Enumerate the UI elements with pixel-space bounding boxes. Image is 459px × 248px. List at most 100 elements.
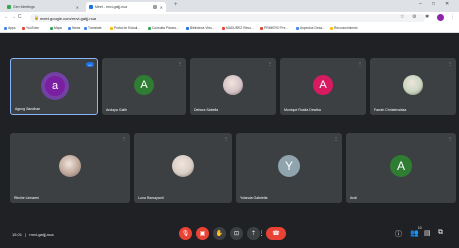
url-field[interactable]: 🔒 meet.google.com/rmvi-gatjj-nua [30,14,425,22]
tab-favicon [7,5,11,9]
bookmark-item[interactable]: Portal de Estudi... [110,26,140,30]
bookmark-item[interactable]: YouTube [22,26,39,30]
bookmark-item[interactable]: Aspectos Desa... [296,26,325,30]
more-options-button[interactable]: ⋮ [259,227,265,240]
chrome-menu-icon[interactable]: ⋮ [450,14,455,20]
captions-button[interactable]: ⊡ [230,227,243,240]
bookmark-label: Consulta Planos... [152,26,179,30]
bookmark-label: News [72,26,81,30]
bookmark-item[interactable]: Translate [84,26,102,30]
avatar-initial: Y [284,159,294,173]
bookmark-favicon [296,26,299,30]
tab-label: Gen Meetings [13,5,35,9]
bookmark-favicon [50,26,53,30]
reload-button[interactable]: C [18,14,22,20]
bookmark-favicon [260,26,263,30]
bookmark-favicon [186,26,189,30]
tab-label: Meet - rmvi-gatjj-nua [95,5,128,9]
participant-name: Andaya Galih [106,108,128,112]
tab-gen-meetings[interactable]: Gen Meetings ✕ [4,2,82,12]
participant-count-badge: 10 [417,226,422,230]
participant-tile[interactable]: ⋮ Ritchie Linnaeni [10,133,130,203]
bookmark-label: Apps [8,26,16,30]
new-tab-button[interactable]: + [174,2,178,8]
tile-more-icon[interactable]: ⋮ [334,136,338,141]
url-text: meet.google.com/rmvi-gatjj-nua [40,15,97,21]
participant-name: Luna Ramayanti [138,196,164,200]
mic-off-button[interactable]: 🎙 [179,227,192,240]
participant-tile[interactable]: A ⋮ Andi [346,133,456,203]
tile-more-icon[interactable]: ⋮ [448,136,452,141]
chat-icon[interactable]: ▤ [424,229,431,237]
activities-icon[interactable]: ⧉ [438,229,443,237]
tab-extra[interactable] [150,2,170,12]
avatar-initial: A [140,78,148,91]
bookmark-label: Biblioteca Virtu... [190,26,215,30]
meeting-details: 15.01 | rmvi-gatjj-nua [12,232,54,237]
tile-more-icon[interactable]: ⋮ [178,61,182,66]
participant-tile[interactable]: A ⋮ Andaya Galih [102,58,186,115]
participant-name: Debora Sabella [194,108,219,112]
bookmark-favicon [148,26,151,30]
tile-more-icon[interactable]: ⋮ [224,136,228,141]
participant-tile[interactable]: ⋮ Debora Sabella [190,58,276,115]
participant-name: Farrah Christensiska [374,108,407,112]
bookmark-item[interactable]: PRIMERO Pre... [260,26,288,30]
extension-puzzle-icon[interactable]: ✱ [425,14,429,20]
maximize-button[interactable]: □ [432,1,435,7]
bookmark-item[interactable]: Reconocimiento [330,26,358,30]
camera-off-button[interactable]: ▣ [196,227,209,240]
participant-tile[interactable]: a ••• Agung Sandhan [10,58,98,115]
meeting-time: 15.01 [12,232,23,237]
lock-icon: 🔒 [34,15,39,20]
raise-hand-icon: ✋ [215,231,224,237]
extensions-icon[interactable]: ⚙ [412,14,416,20]
tile-more-icon[interactable]: ⋮ [358,61,362,66]
star-icon[interactable]: ☆ [400,14,404,20]
bookmark-item[interactable]: MADUREZ Reso... [222,26,254,30]
separator: | [25,232,27,237]
bookmark-favicon [222,26,225,30]
people-icon[interactable]: 👥 10 [410,226,422,237]
browser-tab-bar: Gen Meetings ✕ Meet - rmvi-gatjj-nua ✕ +… [0,0,459,12]
tile-more-icon[interactable]: ⋮ [122,136,126,141]
bookmark-label: Translate [88,26,102,30]
participant-name: Ritchie Linnaeni [14,196,39,200]
close-tab-icon[interactable]: ✕ [76,5,79,10]
profile-avatar[interactable] [437,14,444,21]
participant-photo [172,155,194,177]
close-window-button[interactable]: ✕ [445,1,449,7]
bookmark-label: Aspectos Desa... [300,26,325,30]
bookmark-item[interactable]: News [68,26,80,30]
avatar-initial: A [319,78,327,91]
info-glyph: ⓘ [395,231,402,238]
mic-off-icon: 🎙 [181,231,190,237]
participant-tile[interactable]: ⋮ Farrah Christensiska [370,58,456,115]
bookmark-favicon [84,26,87,30]
bookmark-item[interactable]: Consulta Planos... [148,26,179,30]
bookmark-item[interactable]: Maps [50,26,62,30]
leave-call-icon: ☎ [272,231,280,237]
raise-hand-button[interactable]: ✋ [213,227,226,240]
minimize-button[interactable]: – [419,1,422,7]
avatar-initial: A [396,159,406,173]
bookmark-label: Reconocimiento [334,26,358,30]
info-icon[interactable]: ⓘ [395,229,402,239]
bookmark-item[interactable]: Biblioteca Virtu... [186,26,215,30]
back-button[interactable]: ← [4,14,9,20]
bookmark-favicon [22,26,25,30]
avatar-initial: a [51,79,59,92]
activities-glyph: ⧉ [438,229,443,236]
leave-call-button[interactable]: ☎ [266,227,286,240]
bookmark-label: YouTube [26,26,39,30]
participant-tile[interactable]: A ⋮ Monique Rusita Dewika [280,58,366,115]
tile-more-icon[interactable]: ⋮ [448,61,452,66]
bookmark-item[interactable]: Apps [4,26,16,30]
forward-button[interactable]: → [11,14,16,20]
camera-off-icon: ▣ [199,231,206,237]
participant-tile[interactable]: Y ⋮ Yolanda Gabriella [236,133,342,203]
bookmark-favicon [110,26,113,30]
participant-tile[interactable]: ⋮ Luna Ramayanti [134,133,232,203]
tile-more-icon[interactable]: ⋮ [268,61,272,66]
bookmark-label: MADUREZ Reso... [226,26,254,30]
